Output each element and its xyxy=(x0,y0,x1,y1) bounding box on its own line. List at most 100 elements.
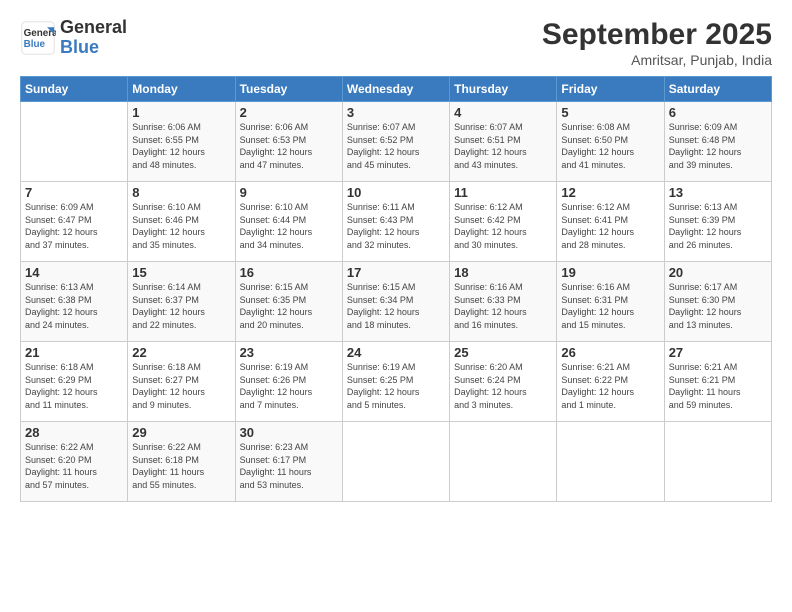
calendar-cell: 19Sunrise: 6:16 AM Sunset: 6:31 PM Dayli… xyxy=(557,262,664,342)
calendar-cell xyxy=(342,422,449,502)
calendar-cell: 29Sunrise: 6:22 AM Sunset: 6:18 PM Dayli… xyxy=(128,422,235,502)
day-number: 29 xyxy=(132,425,230,440)
calendar-cell: 17Sunrise: 6:15 AM Sunset: 6:34 PM Dayli… xyxy=(342,262,449,342)
day-number: 14 xyxy=(25,265,123,280)
day-info: Sunrise: 6:19 AM Sunset: 6:26 PM Dayligh… xyxy=(240,361,338,411)
day-info: Sunrise: 6:09 AM Sunset: 6:47 PM Dayligh… xyxy=(25,201,123,251)
day-info: Sunrise: 6:12 AM Sunset: 6:41 PM Dayligh… xyxy=(561,201,659,251)
calendar-cell: 23Sunrise: 6:19 AM Sunset: 6:26 PM Dayli… xyxy=(235,342,342,422)
day-info: Sunrise: 6:13 AM Sunset: 6:39 PM Dayligh… xyxy=(669,201,767,251)
day-number: 13 xyxy=(669,185,767,200)
weekday-header-saturday: Saturday xyxy=(664,77,771,102)
day-info: Sunrise: 6:22 AM Sunset: 6:20 PM Dayligh… xyxy=(25,441,123,491)
day-info: Sunrise: 6:07 AM Sunset: 6:51 PM Dayligh… xyxy=(454,121,552,171)
calendar-cell: 8Sunrise: 6:10 AM Sunset: 6:46 PM Daylig… xyxy=(128,182,235,262)
weekday-header-sunday: Sunday xyxy=(21,77,128,102)
day-info: Sunrise: 6:21 AM Sunset: 6:22 PM Dayligh… xyxy=(561,361,659,411)
day-info: Sunrise: 6:15 AM Sunset: 6:34 PM Dayligh… xyxy=(347,281,445,331)
day-info: Sunrise: 6:08 AM Sunset: 6:50 PM Dayligh… xyxy=(561,121,659,171)
calendar-week-1: 1Sunrise: 6:06 AM Sunset: 6:55 PM Daylig… xyxy=(21,102,772,182)
calendar-cell: 14Sunrise: 6:13 AM Sunset: 6:38 PM Dayli… xyxy=(21,262,128,342)
calendar-cell: 5Sunrise: 6:08 AM Sunset: 6:50 PM Daylig… xyxy=(557,102,664,182)
calendar-cell: 15Sunrise: 6:14 AM Sunset: 6:37 PM Dayli… xyxy=(128,262,235,342)
weekday-header-monday: Monday xyxy=(128,77,235,102)
day-number: 19 xyxy=(561,265,659,280)
day-number: 4 xyxy=(454,105,552,120)
calendar-cell: 9Sunrise: 6:10 AM Sunset: 6:44 PM Daylig… xyxy=(235,182,342,262)
calendar-cell: 7Sunrise: 6:09 AM Sunset: 6:47 PM Daylig… xyxy=(21,182,128,262)
day-number: 16 xyxy=(240,265,338,280)
logo-blue-text: Blue xyxy=(60,38,127,58)
day-info: Sunrise: 6:19 AM Sunset: 6:25 PM Dayligh… xyxy=(347,361,445,411)
calendar-cell: 25Sunrise: 6:20 AM Sunset: 6:24 PM Dayli… xyxy=(450,342,557,422)
calendar-cell: 3Sunrise: 6:07 AM Sunset: 6:52 PM Daylig… xyxy=(342,102,449,182)
day-number: 11 xyxy=(454,185,552,200)
calendar-cell: 18Sunrise: 6:16 AM Sunset: 6:33 PM Dayli… xyxy=(450,262,557,342)
weekday-header-friday: Friday xyxy=(557,77,664,102)
calendar-cell: 4Sunrise: 6:07 AM Sunset: 6:51 PM Daylig… xyxy=(450,102,557,182)
calendar-cell: 26Sunrise: 6:21 AM Sunset: 6:22 PM Dayli… xyxy=(557,342,664,422)
day-info: Sunrise: 6:09 AM Sunset: 6:48 PM Dayligh… xyxy=(669,121,767,171)
day-info: Sunrise: 6:12 AM Sunset: 6:42 PM Dayligh… xyxy=(454,201,552,251)
day-info: Sunrise: 6:18 AM Sunset: 6:27 PM Dayligh… xyxy=(132,361,230,411)
day-info: Sunrise: 6:16 AM Sunset: 6:33 PM Dayligh… xyxy=(454,281,552,331)
calendar-week-5: 28Sunrise: 6:22 AM Sunset: 6:20 PM Dayli… xyxy=(21,422,772,502)
day-info: Sunrise: 6:20 AM Sunset: 6:24 PM Dayligh… xyxy=(454,361,552,411)
day-info: Sunrise: 6:10 AM Sunset: 6:46 PM Dayligh… xyxy=(132,201,230,251)
day-number: 26 xyxy=(561,345,659,360)
day-number: 8 xyxy=(132,185,230,200)
logo-icon: General Blue xyxy=(20,20,56,56)
day-number: 3 xyxy=(347,105,445,120)
day-number: 6 xyxy=(669,105,767,120)
day-info: Sunrise: 6:23 AM Sunset: 6:17 PM Dayligh… xyxy=(240,441,338,491)
weekday-header-wednesday: Wednesday xyxy=(342,77,449,102)
day-number: 2 xyxy=(240,105,338,120)
day-number: 9 xyxy=(240,185,338,200)
page-header: General Blue General Blue September 2025… xyxy=(20,18,772,68)
day-info: Sunrise: 6:07 AM Sunset: 6:52 PM Dayligh… xyxy=(347,121,445,171)
day-info: Sunrise: 6:06 AM Sunset: 6:53 PM Dayligh… xyxy=(240,121,338,171)
day-info: Sunrise: 6:10 AM Sunset: 6:44 PM Dayligh… xyxy=(240,201,338,251)
svg-text:Blue: Blue xyxy=(24,39,46,50)
title-block: September 2025 Amritsar, Punjab, India xyxy=(542,18,772,68)
day-number: 15 xyxy=(132,265,230,280)
calendar-week-4: 21Sunrise: 6:18 AM Sunset: 6:29 PM Dayli… xyxy=(21,342,772,422)
calendar-cell: 16Sunrise: 6:15 AM Sunset: 6:35 PM Dayli… xyxy=(235,262,342,342)
day-number: 5 xyxy=(561,105,659,120)
day-number: 1 xyxy=(132,105,230,120)
calendar-cell xyxy=(664,422,771,502)
calendar-week-3: 14Sunrise: 6:13 AM Sunset: 6:38 PM Dayli… xyxy=(21,262,772,342)
day-info: Sunrise: 6:22 AM Sunset: 6:18 PM Dayligh… xyxy=(132,441,230,491)
day-number: 10 xyxy=(347,185,445,200)
day-number: 30 xyxy=(240,425,338,440)
calendar-cell: 2Sunrise: 6:06 AM Sunset: 6:53 PM Daylig… xyxy=(235,102,342,182)
logo-general-text: General xyxy=(60,18,127,38)
calendar-cell xyxy=(557,422,664,502)
day-info: Sunrise: 6:16 AM Sunset: 6:31 PM Dayligh… xyxy=(561,281,659,331)
calendar-week-2: 7Sunrise: 6:09 AM Sunset: 6:47 PM Daylig… xyxy=(21,182,772,262)
calendar-cell xyxy=(450,422,557,502)
calendar-table: SundayMondayTuesdayWednesdayThursdayFrid… xyxy=(20,76,772,502)
calendar-cell: 21Sunrise: 6:18 AM Sunset: 6:29 PM Dayli… xyxy=(21,342,128,422)
location: Amritsar, Punjab, India xyxy=(542,52,772,68)
day-info: Sunrise: 6:18 AM Sunset: 6:29 PM Dayligh… xyxy=(25,361,123,411)
day-number: 17 xyxy=(347,265,445,280)
day-number: 21 xyxy=(25,345,123,360)
calendar-cell: 20Sunrise: 6:17 AM Sunset: 6:30 PM Dayli… xyxy=(664,262,771,342)
calendar-cell: 28Sunrise: 6:22 AM Sunset: 6:20 PM Dayli… xyxy=(21,422,128,502)
calendar-cell: 30Sunrise: 6:23 AM Sunset: 6:17 PM Dayli… xyxy=(235,422,342,502)
day-info: Sunrise: 6:21 AM Sunset: 6:21 PM Dayligh… xyxy=(669,361,767,411)
logo-text: General Blue xyxy=(60,18,127,58)
day-number: 18 xyxy=(454,265,552,280)
day-number: 23 xyxy=(240,345,338,360)
day-info: Sunrise: 6:14 AM Sunset: 6:37 PM Dayligh… xyxy=(132,281,230,331)
weekday-header-thursday: Thursday xyxy=(450,77,557,102)
day-info: Sunrise: 6:06 AM Sunset: 6:55 PM Dayligh… xyxy=(132,121,230,171)
calendar-cell: 22Sunrise: 6:18 AM Sunset: 6:27 PM Dayli… xyxy=(128,342,235,422)
month-title: September 2025 xyxy=(542,18,772,52)
calendar-cell: 6Sunrise: 6:09 AM Sunset: 6:48 PM Daylig… xyxy=(664,102,771,182)
calendar-cell: 10Sunrise: 6:11 AM Sunset: 6:43 PM Dayli… xyxy=(342,182,449,262)
day-info: Sunrise: 6:13 AM Sunset: 6:38 PM Dayligh… xyxy=(25,281,123,331)
day-number: 27 xyxy=(669,345,767,360)
weekday-header-row: SundayMondayTuesdayWednesdayThursdayFrid… xyxy=(21,77,772,102)
